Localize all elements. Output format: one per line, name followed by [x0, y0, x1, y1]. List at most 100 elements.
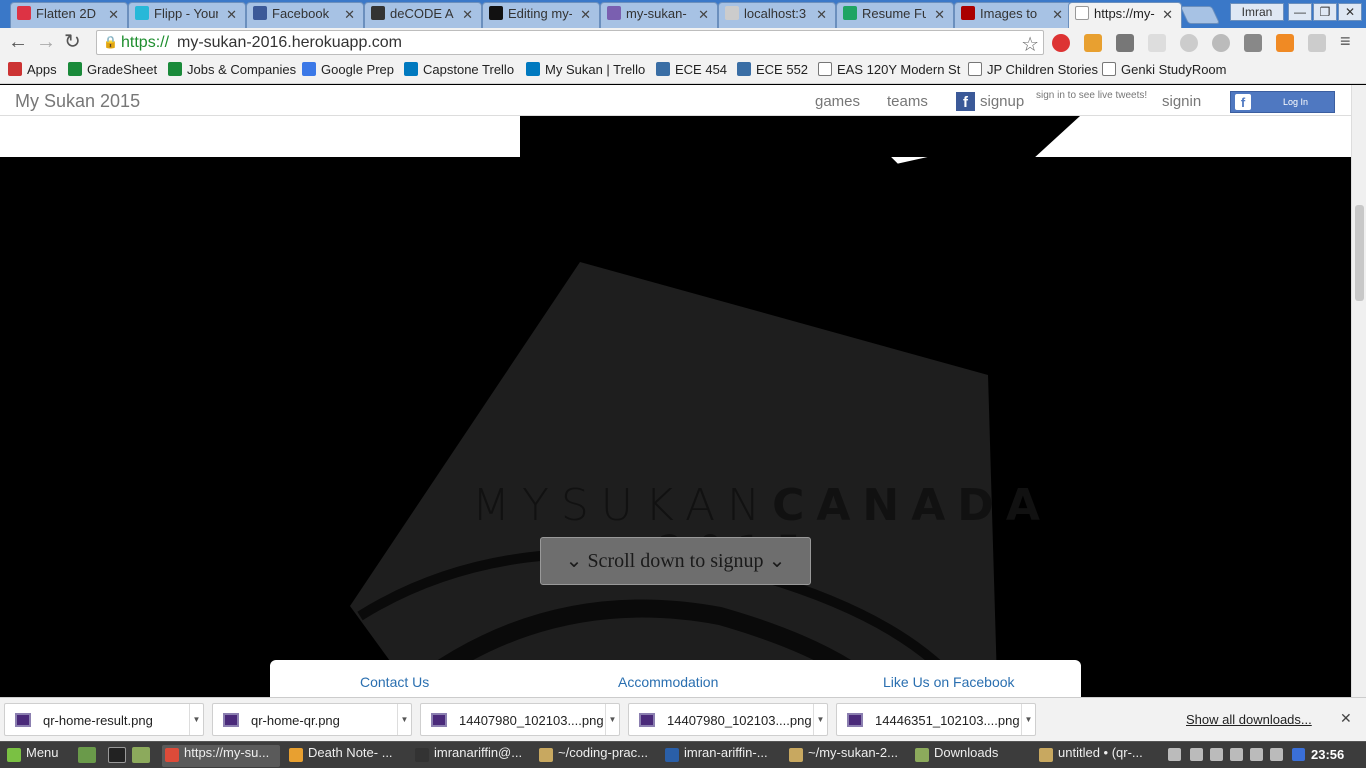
show-desktop-icon[interactable]	[78, 747, 96, 763]
chevron-down-icon[interactable]: ▼	[397, 704, 411, 735]
bookmark-item[interactable]: Jobs & Companies	[168, 62, 296, 77]
close-tab-icon[interactable]: ✕	[934, 7, 945, 23]
close-icon[interactable]: ✕	[1340, 710, 1352, 727]
profile-button[interactable]: Imran	[1230, 3, 1284, 21]
maximize-button[interactable]: ❐	[1313, 3, 1337, 21]
tab-5[interactable]: Editing my- ✕	[482, 2, 600, 28]
facebook-login-button[interactable]: f Log In	[1230, 91, 1335, 113]
show-all-downloads-link[interactable]: Show all downloads...	[1186, 712, 1312, 727]
close-tab-icon[interactable]: ✕	[226, 7, 237, 23]
extension-icon[interactable]	[1084, 34, 1102, 52]
tab-6[interactable]: my-sukan- ✕	[600, 2, 718, 28]
taskbar-window[interactable]: untitled • (qr-...	[1036, 745, 1154, 767]
close-tab-icon[interactable]: ✕	[698, 7, 709, 23]
start-menu-button[interactable]: Menu	[4, 745, 70, 767]
close-tab-icon[interactable]: ✕	[1162, 7, 1173, 23]
scrollbar-thumb[interactable]	[1355, 205, 1364, 301]
clock[interactable]: 23:56	[1311, 747, 1344, 762]
terminal-icon[interactable]	[108, 747, 126, 763]
taskbar-window[interactable]: imranariffin@...	[412, 745, 530, 767]
contact-us-link[interactable]: Contact Us	[360, 674, 429, 690]
tab-8[interactable]: Resume Fu ✕	[836, 2, 954, 28]
close-window-button[interactable]: ✕	[1338, 3, 1362, 21]
extension-icon[interactable]	[1308, 34, 1326, 52]
taskbar-window[interactable]: ~/coding-prac...	[536, 745, 654, 767]
chrome-menu-icon[interactable]: ≡	[1340, 30, 1351, 52]
forward-icon[interactable]: →	[36, 31, 56, 53]
close-tab-icon[interactable]: ✕	[580, 7, 591, 23]
extension-icon[interactable]	[1116, 34, 1134, 52]
extension-icon[interactable]	[1148, 34, 1166, 52]
nav-games-link[interactable]: games	[815, 93, 860, 110]
address-bar[interactable]: 🔒 https:// my-sukan-2016.herokuapp.com ☆	[96, 30, 1044, 57]
close-tab-icon[interactable]: ✕	[462, 7, 473, 23]
downloads-shelf: qr-home-result.png ▼ qr-home-qr.png ▼ 144079…	[0, 697, 1366, 741]
facebook-login-label: Log In	[1283, 97, 1309, 107]
user-icon[interactable]	[1168, 748, 1181, 761]
download-item[interactable]: qr-home-result.png ▼	[4, 703, 204, 736]
accommodation-link[interactable]: Accommodation	[618, 674, 718, 690]
bluetooth-icon[interactable]	[1210, 748, 1223, 761]
bookmark-item[interactable]: ECE 454	[656, 62, 727, 77]
back-icon[interactable]: ←	[8, 31, 28, 53]
site-brand[interactable]: My Sukan 2015	[15, 91, 140, 112]
taskbar-window[interactable]: https://my-su...	[162, 745, 280, 767]
wifi-icon[interactable]	[1230, 748, 1243, 761]
close-tab-icon[interactable]: ✕	[816, 7, 827, 23]
chevron-down-icon[interactable]: ▼	[605, 704, 619, 735]
tab-4[interactable]: deCODE A ✕	[364, 2, 482, 28]
tab-3[interactable]: Facebook ✕	[246, 2, 364, 28]
bookmark-star-icon[interactable]: ☆	[1021, 32, 1039, 57]
bookmark-item[interactable]: EAS 120Y Modern St	[818, 62, 960, 77]
bookmark-item[interactable]: Apps	[8, 62, 57, 77]
extension-icon[interactable]	[1276, 34, 1294, 52]
download-item[interactable]: 14446351_102103....png ▼	[836, 703, 1036, 736]
taskbar-window[interactable]: Downloads	[912, 745, 1030, 767]
bookmark-item[interactable]: My Sukan | Trello	[526, 62, 645, 77]
taskbar-window[interactable]: imran-ariffin-...	[662, 745, 780, 767]
chevron-down-icon[interactable]: ▼	[813, 704, 827, 735]
files-icon[interactable]	[132, 747, 150, 763]
chevron-down-icon[interactable]: ▼	[189, 704, 203, 735]
nav-signup-link[interactable]: signup	[980, 93, 1024, 110]
scroll-to-signup-button[interactable]: ⌄ Scroll down to signup ⌄	[540, 537, 811, 585]
bookmark-item[interactable]: GradeSheet	[68, 62, 157, 77]
shield-icon[interactable]	[1292, 748, 1305, 761]
close-tab-icon[interactable]: ✕	[1052, 7, 1063, 23]
tab-2[interactable]: Flipp - Your ✕	[128, 2, 246, 28]
tab-9[interactable]: Images to ✕	[954, 2, 1072, 28]
minimize-button[interactable]: —	[1288, 3, 1312, 21]
facebook-like-link[interactable]: Like Us on Facebook	[883, 674, 1015, 690]
chevron-down-icon[interactable]: ▼	[1021, 704, 1035, 735]
tab-7[interactable]: localhost:3 ✕	[718, 2, 836, 28]
battery-icon[interactable]	[1270, 748, 1283, 761]
page-scrollbar[interactable]	[1351, 85, 1366, 697]
volume-icon[interactable]	[1250, 748, 1263, 761]
nav-signin-link[interactable]: signin	[1162, 93, 1201, 110]
nav-teams-link[interactable]: teams	[887, 93, 928, 110]
network-icon[interactable]	[1190, 748, 1203, 761]
new-tab-button[interactable]	[1179, 6, 1221, 24]
bookmark-item[interactable]: ECE 552	[737, 62, 808, 77]
reload-icon[interactable]: ↻	[64, 31, 81, 53]
download-item[interactable]: 14407980_102103....png ▼	[628, 703, 828, 736]
favicon-icon	[725, 6, 739, 20]
close-tab-icon[interactable]: ✕	[344, 7, 355, 23]
adblock-icon[interactable]	[1052, 34, 1070, 52]
bookmark-label: ECE 552	[756, 62, 809, 77]
close-tab-icon[interactable]: ✕	[108, 7, 119, 23]
download-item[interactable]: 14407980_102103....png ▼	[420, 703, 620, 736]
tab-1[interactable]: Flatten 2D ✕	[10, 2, 128, 28]
download-item[interactable]: qr-home-qr.png ▼	[212, 703, 412, 736]
extension-icon[interactable]	[1180, 34, 1198, 52]
bookmark-item[interactable]: Genki StudyRoom	[1102, 62, 1227, 77]
taskbar-window[interactable]: ~/my-sukan-2...	[786, 745, 904, 767]
extension-icon[interactable]	[1212, 34, 1230, 52]
favicon-icon	[843, 6, 857, 20]
bookmark-item[interactable]: JP Children Stories	[968, 62, 1098, 77]
taskbar-window[interactable]: Death Note- ...	[286, 745, 404, 767]
bookmark-item[interactable]: Capstone Trello	[404, 62, 514, 77]
tab-10[interactable]: https://my- ✕	[1068, 2, 1182, 28]
bookmark-item[interactable]: Google Prep	[302, 62, 394, 77]
extension-icon[interactable]	[1244, 34, 1262, 52]
